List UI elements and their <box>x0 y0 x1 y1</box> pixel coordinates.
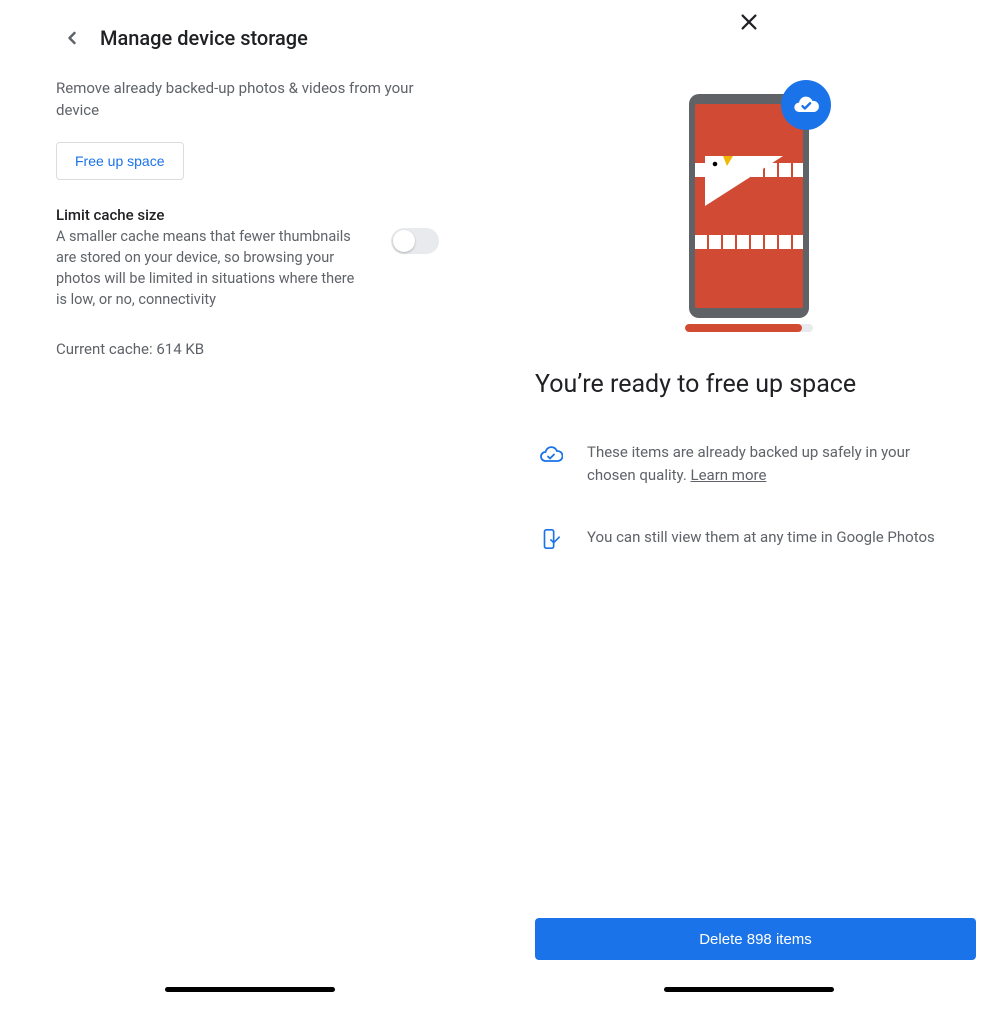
close-button[interactable] <box>735 8 763 36</box>
phone-check-icon <box>539 528 561 550</box>
limit-cache-toggle[interactable] <box>391 228 439 254</box>
phone-graphic <box>689 94 809 318</box>
cloud-done-icon <box>539 443 563 467</box>
home-indicator <box>664 987 834 992</box>
cloud-done-badge <box>781 80 831 130</box>
chevron-left-icon <box>62 28 82 48</box>
learn-more-link[interactable]: Learn more <box>691 466 767 484</box>
home-indicator <box>165 987 335 992</box>
delete-items-button[interactable]: Delete 898 items <box>535 918 976 960</box>
manage-storage-screen: Manage device storage Remove already bac… <box>0 0 499 1024</box>
back-button[interactable] <box>60 26 84 50</box>
free-up-illustration <box>499 94 998 318</box>
free-up-space-button[interactable]: Free up space <box>56 142 184 180</box>
progress-fill <box>685 324 803 332</box>
storage-description: Remove already backed-up photos & videos… <box>56 78 436 122</box>
free-up-title: You’re ready to free up space <box>499 370 998 399</box>
info-row-backup: These items are already backed up safely… <box>539 441 958 486</box>
progress-bar <box>685 324 813 332</box>
cloud-check-icon <box>792 91 820 119</box>
toggle-knob <box>393 230 415 252</box>
info-row-view: You can still view them at any time in G… <box>539 526 958 552</box>
free-up-space-screen: You’re ready to free up space These item… <box>499 0 998 1024</box>
info-view-text: You can still view them at any time in G… <box>587 526 935 552</box>
limit-cache-title: Limit cache size <box>56 206 367 224</box>
limit-cache-description: A smaller cache means that fewer thumbna… <box>56 226 367 310</box>
close-icon <box>738 11 760 33</box>
page-title: Manage device storage <box>100 26 308 50</box>
bird-icon <box>703 156 783 206</box>
current-cache-label: Current cache: 614 KB <box>56 340 443 358</box>
